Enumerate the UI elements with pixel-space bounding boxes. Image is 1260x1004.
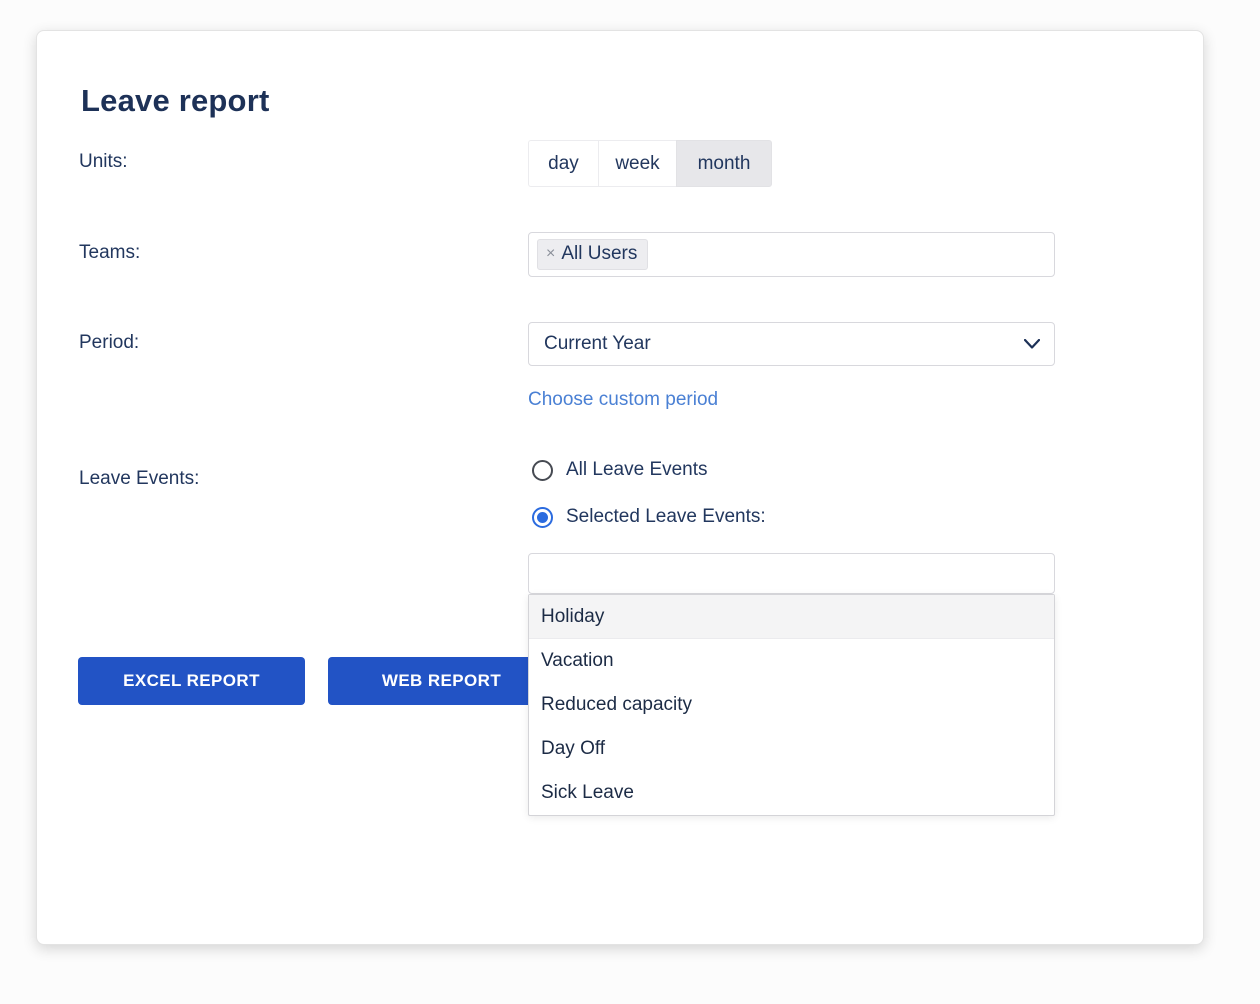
units-option-week[interactable]: week bbox=[598, 140, 676, 187]
radio-all-leave-events[interactable]: All Leave Events bbox=[532, 459, 708, 481]
page-title: Leave report bbox=[81, 83, 269, 119]
period-label: Period: bbox=[79, 332, 139, 354]
units-label: Units: bbox=[79, 151, 128, 173]
units-segmented-control: day week month bbox=[528, 140, 772, 187]
dropdown-item-sick-leave[interactable]: Sick Leave bbox=[529, 771, 1054, 815]
radio-selected-leave-events[interactable]: Selected Leave Events: bbox=[532, 506, 766, 528]
dropdown-item-day-off[interactable]: Day Off bbox=[529, 727, 1054, 771]
teams-multiselect-input[interactable]: × All Users bbox=[528, 232, 1055, 277]
dropdown-item-vacation[interactable]: Vacation bbox=[529, 639, 1054, 683]
chevron-down-icon bbox=[1024, 339, 1040, 349]
web-report-button[interactable]: WEB REPORT bbox=[328, 657, 555, 705]
dropdown-item-reduced-capacity[interactable]: Reduced capacity bbox=[529, 683, 1054, 727]
period-select[interactable]: Current Year bbox=[528, 322, 1055, 366]
leave-report-card: Leave report Units: day week month Teams… bbox=[36, 30, 1204, 945]
teams-tag-label: All Users bbox=[561, 243, 637, 265]
choose-custom-period-link[interactable]: Choose custom period bbox=[528, 389, 718, 411]
radio-unselected-icon bbox=[532, 460, 553, 481]
leave-events-dropdown: Holiday Vacation Reduced capacity Day Of… bbox=[528, 594, 1055, 816]
units-option-day[interactable]: day bbox=[528, 140, 598, 187]
teams-label: Teams: bbox=[79, 242, 140, 264]
remove-tag-icon[interactable]: × bbox=[546, 246, 555, 262]
leave-events-filter-input[interactable] bbox=[528, 553, 1055, 594]
leave-events-label: Leave Events: bbox=[79, 468, 199, 490]
units-option-month[interactable]: month bbox=[676, 140, 772, 187]
period-selected-value: Current Year bbox=[544, 333, 651, 355]
radio-all-leave-events-label: All Leave Events bbox=[566, 459, 708, 481]
dropdown-item-holiday[interactable]: Holiday bbox=[529, 595, 1054, 639]
teams-tag: × All Users bbox=[537, 239, 648, 270]
radio-selected-icon bbox=[532, 507, 553, 528]
radio-selected-leave-events-label: Selected Leave Events: bbox=[566, 506, 766, 528]
excel-report-button[interactable]: EXCEL REPORT bbox=[78, 657, 305, 705]
